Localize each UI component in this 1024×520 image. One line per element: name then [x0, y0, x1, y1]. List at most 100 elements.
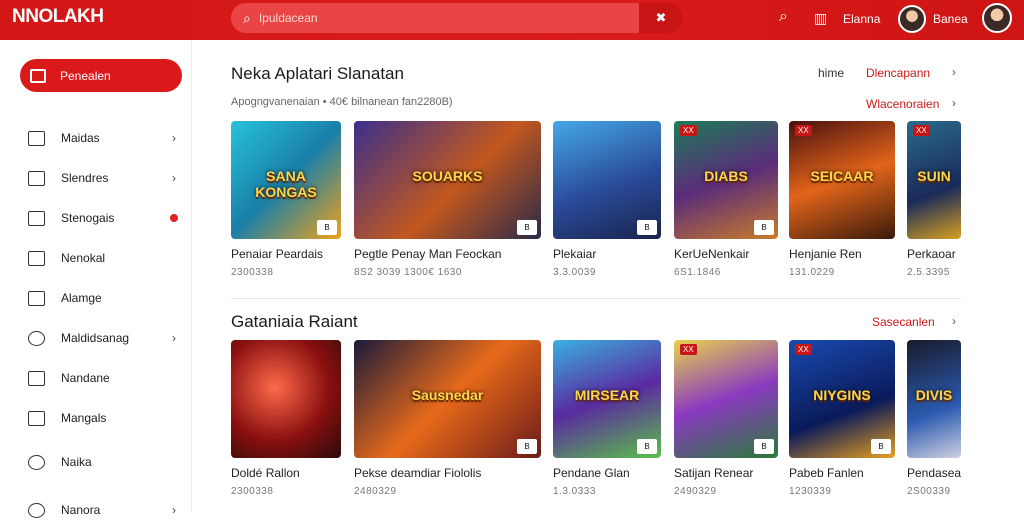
- section-link-plain[interactable]: hime: [818, 66, 844, 80]
- game-card[interactable]: SOUARKS B Pegtle Penay Man Feockan 8S2 3039…: [354, 121, 541, 278]
- sidebar-item[interactable]: Mangals: [28, 408, 188, 428]
- game-title[interactable]: KerUeNenkair: [674, 247, 778, 261]
- sidebar-item[interactable]: Nenokal: [28, 248, 188, 268]
- game-meta: 6S1.1846: [674, 267, 721, 278]
- sidebar-item[interactable]: Naika: [28, 452, 188, 472]
- game-card[interactable]: B Plekaiar 3.3.0039: [553, 121, 661, 278]
- game-thumbnail[interactable]: [231, 340, 341, 458]
- sidebar-item[interactable]: Stenogais: [28, 208, 188, 228]
- game-thumbnail[interactable]: B: [553, 121, 661, 239]
- game-meta: 1.3.0333: [553, 486, 596, 497]
- app-logo[interactable]: NNOLAKH: [12, 6, 104, 28]
- sidebar-item[interactable]: Slendres ›: [28, 168, 188, 188]
- store-icon: [28, 130, 45, 146]
- section-link-more[interactable]: Dlencapann: [866, 66, 930, 80]
- sidebar-item-label: Alamge: [61, 291, 102, 305]
- search-field-wrap: ⌕: [231, 3, 639, 33]
- sidebar-item[interactable]: Nandane: [28, 368, 188, 388]
- game-meta: 3.3.0039: [553, 267, 596, 278]
- game-card[interactable]: Sausnedar B Pekse deamdiar Fiololis 2480329: [354, 340, 541, 497]
- game-title[interactable]: Plekaiar: [553, 247, 661, 261]
- section-link-more[interactable]: Sasecanlen: [872, 315, 935, 329]
- game-thumbnail[interactable]: SANA KONGAS B: [231, 121, 341, 239]
- game-card[interactable]: SUIN XX Perkaoar 2.5.3395: [907, 121, 961, 278]
- thumbnail-logo-text: SEICAAR: [810, 168, 874, 185]
- thumbnail-logo-text: DIABS: [704, 168, 748, 185]
- game-card[interactable]: Doldé Rallon 2300338: [231, 340, 341, 497]
- game-thumbnail[interactable]: XX B: [674, 340, 778, 458]
- thumbnail-logo-text: Sausnedar: [411, 387, 484, 404]
- gift-icon[interactable]: ▥: [814, 10, 827, 27]
- clock-icon: [28, 502, 45, 518]
- game-meta: 2.5.3395: [907, 267, 950, 278]
- sidebar-item[interactable]: Maldidsanag ›: [28, 328, 188, 348]
- chevron-right-icon: ›: [172, 131, 176, 145]
- section-sub-link[interactable]: Wlacenoraien: [866, 97, 939, 111]
- sidebar-item-label: Maidas: [61, 131, 100, 145]
- sidebar-item-label: Slendres: [61, 171, 109, 185]
- user-avatar-small[interactable]: [898, 5, 926, 33]
- search-icon[interactable]: ⌕: [779, 8, 788, 26]
- rating-badge: B: [517, 439, 537, 454]
- age-badge: XX: [795, 344, 812, 355]
- game-title[interactable]: Pendaseare: [907, 466, 961, 480]
- sidebar-item-active[interactable]: Penealen: [20, 59, 182, 92]
- game-thumbnail[interactable]: Sausnedar B: [354, 340, 541, 458]
- game-title[interactable]: Pabeb Fanlen: [789, 466, 895, 480]
- rating-badge: B: [637, 220, 657, 235]
- thumbnail-logo-text: SANA KONGAS: [255, 168, 317, 201]
- game-card[interactable]: SANA KONGAS B Penaiar Peardais 2300338: [231, 121, 341, 278]
- game-thumbnail[interactable]: SUIN XX: [907, 121, 961, 239]
- game-meta: 2480329: [354, 486, 397, 497]
- chevron-right-icon[interactable]: ›: [952, 314, 956, 328]
- game-title[interactable]: Doldé Rallon: [231, 466, 341, 480]
- game-card[interactable]: XX B Satijan Renear 2490329: [674, 340, 778, 497]
- game-card[interactable]: DIVIS Pendaseare 2S00339: [907, 340, 961, 497]
- game-thumbnail[interactable]: DIVIS: [907, 340, 961, 458]
- sidebar: Penealen Maidas › Slendres › Stenogais Nenoka…: [0, 40, 192, 518]
- game-title[interactable]: Perkaoar: [907, 247, 961, 261]
- game-card[interactable]: DIABS XX B KerUeNenkair 6S1.1846: [674, 121, 778, 278]
- sidebar-item[interactable]: Alamge: [28, 288, 188, 308]
- search-input[interactable]: [258, 11, 599, 25]
- header-link-1[interactable]: Elanna: [843, 12, 880, 26]
- search-button[interactable]: ✖: [639, 3, 683, 33]
- game-thumbnail[interactable]: NIYGINS XX B: [789, 340, 895, 458]
- game-card[interactable]: SEICAAR XX Henjanie Ren 131.0229: [789, 121, 895, 278]
- header-link-2[interactable]: Banea: [933, 12, 968, 26]
- notification-dot: [170, 214, 178, 222]
- game-thumbnail[interactable]: SOUARKS B: [354, 121, 541, 239]
- sidebar-item[interactable]: Maidas ›: [28, 128, 188, 148]
- game-title[interactable]: Henjanie Ren: [789, 247, 895, 261]
- sidebar-item-label: Naika: [61, 455, 92, 469]
- game-title[interactable]: Pendane Glan: [553, 466, 661, 480]
- age-badge: XX: [680, 125, 697, 136]
- rating-badge: B: [637, 439, 657, 454]
- search-icon: [28, 454, 45, 470]
- chevron-right-icon[interactable]: ›: [952, 96, 956, 110]
- thumbnail-logo-text: SOUARKS: [412, 168, 483, 185]
- game-meta: 131.0229: [789, 267, 835, 278]
- game-title[interactable]: Satijan Renear: [674, 466, 778, 480]
- game-thumbnail[interactable]: MIRSEAR B: [553, 340, 661, 458]
- game-card[interactable]: NIYGINS XX B Pabeb Fanlen 1230339: [789, 340, 895, 497]
- sidebar-item-label: Nenokal: [61, 251, 106, 265]
- top-bar: NNOLAKH ⌕ ✖ ⌕ ▥ Elanna Banea: [0, 0, 1024, 40]
- game-meta: 2490329: [674, 486, 717, 497]
- game-meta: 8S2 3039 1300€ 1630: [354, 267, 462, 278]
- sidebar-item[interactable]: Nanora ›: [28, 500, 188, 520]
- chevron-right-icon[interactable]: ›: [952, 65, 956, 79]
- game-card[interactable]: MIRSEAR B Pendane Glan 1.3.0333: [553, 340, 661, 497]
- profile-avatar[interactable]: [982, 3, 1012, 33]
- game-title[interactable]: Pegtle Penay Man Feockan: [354, 247, 541, 261]
- game-title[interactable]: Penaiar Peardais: [231, 247, 341, 261]
- rating-badge: B: [517, 220, 537, 235]
- game-title[interactable]: Pekse deamdiar Fiololis: [354, 466, 541, 480]
- thumbnail-logo-text: SUIN: [917, 168, 951, 185]
- thumbnail-logo-text: NIYGINS: [813, 387, 871, 404]
- rating-badge: B: [871, 439, 891, 454]
- game-thumbnail[interactable]: SEICAAR XX: [789, 121, 895, 239]
- search-bar: ⌕ ✖: [231, 3, 683, 33]
- game-thumbnail[interactable]: DIABS XX B: [674, 121, 778, 239]
- sidebar-item-label: Stenogais: [61, 211, 115, 225]
